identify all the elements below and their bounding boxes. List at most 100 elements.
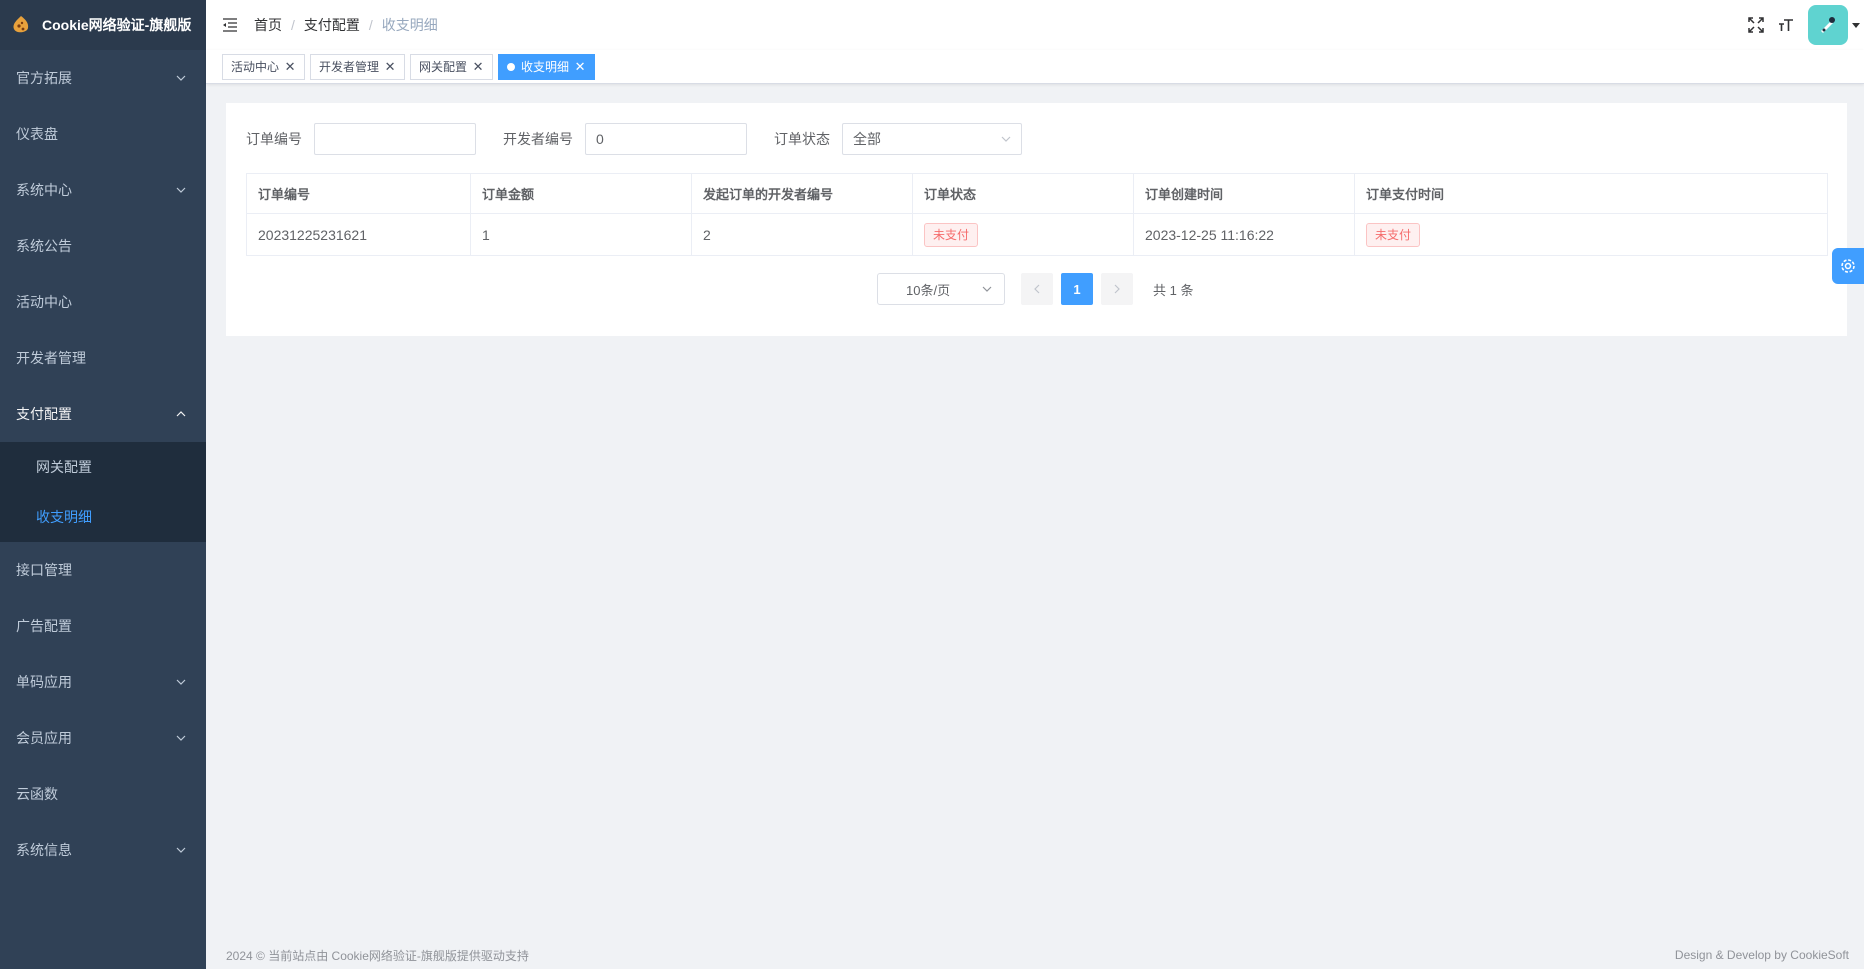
tag-income-expense[interactable]: 收支明细 ✕ — [498, 53, 596, 80]
breadcrumb-separator: / — [368, 17, 373, 33]
status-value: 全部 — [853, 131, 881, 147]
table-cell: 20231225231621 — [247, 214, 471, 255]
table-row[interactable]: 20231225231621 1 2 未支付 2023-12-25 11:16:… — [247, 214, 1827, 255]
tag-activity[interactable]: 活动中心 ✕ — [222, 53, 306, 80]
table-header: 订单创建时间 — [1134, 174, 1355, 213]
table-cell: 未支付 — [913, 214, 1134, 255]
sidebar-item-official-ext[interactable]: 官方拓展 — [0, 50, 206, 106]
table-cell: 未支付 — [1355, 214, 1827, 255]
sidebar-item-label: 云函数 — [16, 786, 58, 802]
settings-button[interactable] — [1832, 248, 1864, 284]
chevron-down-icon — [176, 187, 186, 193]
total-count: 共 1 条 — [1153, 282, 1194, 298]
topbar: 首页 / 支付配置 / 收支明细 — [206, 0, 1864, 50]
chevron-left-icon — [1034, 284, 1040, 294]
sidebar-item-api[interactable]: 接口管理 — [0, 542, 206, 598]
dev-no-input[interactable]: 0 — [585, 123, 747, 155]
font-size-icon[interactable] — [1776, 15, 1796, 35]
status-badge: 未支付 — [1366, 222, 1421, 247]
table-header: 订单编号 — [247, 174, 471, 213]
tag-label: 开发者管理 — [319, 60, 380, 74]
table-header-row: 订单编号 订单金额 发起订单的开发者编号 订单状态 订单创建时间 订单支付时间 — [247, 174, 1827, 214]
chevron-down-icon — [1001, 136, 1011, 142]
sidebar-item-label: 收支明细 — [36, 509, 92, 525]
footer: 2024 © 当前站点由 Cookie网络验证-旗舰版提供驱动支持 Design… — [206, 944, 1864, 966]
sidebar-item-payment-config[interactable]: 支付配置 — [0, 386, 206, 442]
close-icon[interactable]: ✕ — [384, 59, 396, 74]
sidebar-item-label: 网关配置 — [36, 459, 92, 475]
sidebar-item-label: 活动中心 — [16, 294, 72, 310]
page-size-select[interactable]: 10条/页 — [877, 273, 1005, 305]
sidebar-item-label: 系统公告 — [16, 238, 72, 254]
breadcrumb-home[interactable]: 首页 — [254, 15, 282, 35]
sidebar-item-announcement[interactable]: 系统公告 — [0, 218, 206, 274]
cookie-logo-icon — [13, 16, 29, 33]
page-size-value: 10条/页 — [906, 282, 951, 298]
filter-form: 订单编号 开发者编号 0 订单状态 全部 — [246, 123, 1022, 155]
sidebar-item-label: 广告配置 — [16, 618, 72, 634]
table-header: 订单金额 — [471, 174, 692, 213]
sidebar-item-label: 接口管理 — [16, 562, 72, 578]
caret-down-icon[interactable] — [1851, 20, 1861, 30]
table-header: 订单状态 — [913, 174, 1134, 213]
chevron-right-icon — [1114, 284, 1120, 294]
dev-no-value: 0 — [596, 131, 604, 147]
chevron-up-icon — [176, 411, 186, 417]
dev-no-label: 开发者编号 — [503, 131, 573, 147]
app-logo[interactable]: Cookie网络验证-旗舰版 — [0, 0, 206, 50]
next-page-button[interactable] — [1101, 273, 1133, 305]
tag-label: 网关配置 — [419, 60, 468, 74]
sidebar-item-ads[interactable]: 广告配置 — [0, 598, 206, 654]
sidebar-item-label: 系统信息 — [16, 842, 72, 858]
footer-credit: Design & Develop by CookieSoft — [1674, 948, 1849, 962]
chevron-down-icon — [176, 735, 186, 741]
sidebar-item-member[interactable]: 会员应用 — [0, 710, 206, 766]
table-cell: 2 — [692, 214, 913, 255]
table-header: 发起订单的开发者编号 — [692, 174, 913, 213]
sidebar-item-dashboard[interactable]: 仪表盘 — [0, 106, 206, 162]
chevron-down-icon — [982, 286, 992, 292]
sidebar-item-single-code[interactable]: 单码应用 — [0, 654, 206, 710]
tags-view: 活动中心 ✕ 开发者管理 ✕ 网关配置 ✕ 收支明细 ✕ — [206, 50, 1864, 84]
active-dot-icon — [507, 62, 516, 71]
menu-fold-icon[interactable] — [222, 18, 238, 32]
tag-label: 收支明细 — [521, 60, 570, 74]
sidebar-item-system-center[interactable]: 系统中心 — [0, 162, 206, 218]
sidebar-item-label: 开发者管理 — [16, 350, 86, 366]
breadcrumb-separator: / — [291, 17, 295, 33]
status-select[interactable]: 全部 — [842, 123, 1022, 155]
sidebar-item-developer[interactable]: 开发者管理 — [0, 330, 206, 386]
sidebar: Cookie网络验证-旗舰版 官方拓展 仪表盘 系统中心 系统公告 活动中心 开… — [0, 0, 206, 969]
close-icon[interactable]: ✕ — [574, 59, 586, 74]
table-cell: 1 — [471, 214, 692, 255]
breadcrumb-payment-config[interactable]: 支付配置 — [304, 15, 360, 35]
close-icon[interactable]: ✕ — [284, 59, 296, 74]
sidebar-item-label: 支付配置 — [16, 406, 72, 422]
chevron-down-icon — [176, 75, 186, 81]
avatar-image-icon — [1821, 17, 1835, 33]
tag-gateway[interactable]: 网关配置 ✕ — [410, 53, 494, 80]
sidebar-item-activity[interactable]: 活动中心 — [0, 274, 206, 330]
sidebar-item-income-expense[interactable]: 收支明细 — [0, 492, 206, 542]
order-no-input[interactable] — [314, 123, 476, 155]
footer-copyright: 2024 © 当前站点由 Cookie网络验证-旗舰版提供驱动支持 — [226, 948, 529, 963]
fullscreen-icon[interactable] — [1746, 15, 1766, 35]
order-no-label: 订单编号 — [246, 131, 302, 147]
breadcrumb: 首页 / 支付配置 / 收支明细 — [254, 15, 438, 35]
chevron-down-icon — [176, 847, 186, 853]
close-icon[interactable]: ✕ — [472, 59, 484, 74]
prev-page-button[interactable] — [1021, 273, 1053, 305]
avatar[interactable] — [1808, 5, 1848, 45]
gear-icon — [1841, 259, 1855, 273]
sidebar-item-label: 官方拓展 — [16, 70, 72, 86]
sidebar-item-cloud-function[interactable]: 云函数 — [0, 766, 206, 822]
sidebar-item-system-info[interactable]: 系统信息 — [0, 822, 206, 878]
top-right-tools — [1746, 0, 1864, 50]
sidebar-item-gateway[interactable]: 网关配置 — [0, 442, 206, 492]
sidebar-item-label: 系统中心 — [16, 182, 72, 198]
tag-developer[interactable]: 开发者管理 ✕ — [310, 53, 406, 80]
status-badge: 未支付 — [924, 222, 979, 247]
breadcrumb-current: 收支明细 — [381, 17, 438, 33]
orders-table: 订单编号 订单金额 发起订单的开发者编号 订单状态 订单创建时间 订单支付时间 … — [246, 173, 1828, 256]
page-number-button[interactable]: 1 — [1061, 273, 1093, 305]
